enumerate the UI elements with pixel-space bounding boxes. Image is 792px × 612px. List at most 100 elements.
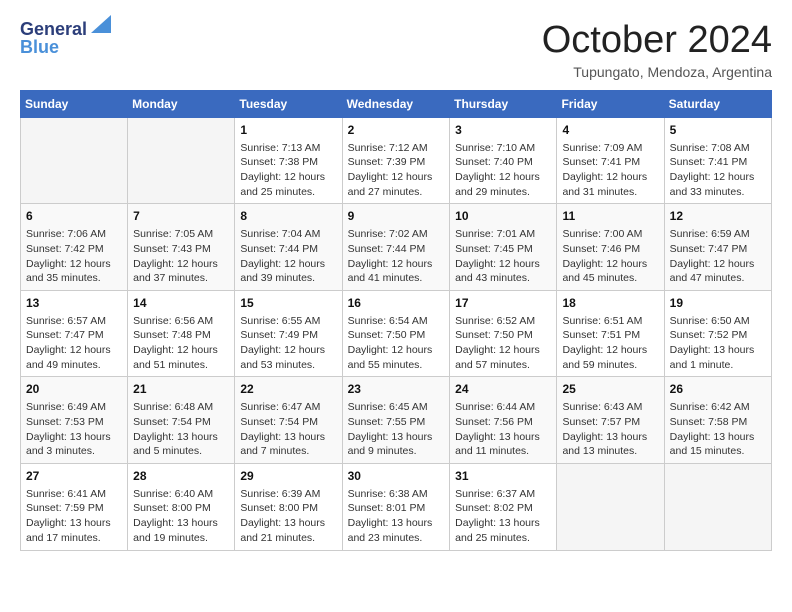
calendar-cell: 14 Sunrise: 6:56 AMSunset: 7:48 PMDayligh… [128,290,235,377]
calendar-cell: 23 Sunrise: 6:45 AMSunset: 7:55 PMDayligh… [342,377,450,464]
day-number: 21 [133,381,229,398]
day-number: 14 [133,295,229,312]
calendar-table: SundayMondayTuesdayWednesdayThursdayFrid… [20,90,772,551]
day-number: 17 [455,295,551,312]
day-info: Sunrise: 6:48 AMSunset: 7:54 PMDaylight:… [133,400,229,459]
day-number: 13 [26,295,122,312]
calendar-cell: 18Sunrise: 6:51 AMSunset: 7:51 PMDayligh… [557,290,664,377]
day-number: 23 [348,381,445,398]
day-number: 10 [455,208,551,225]
day-info: Sunrise: 7:02 AMSunset: 7:44 PMDaylight:… [348,227,445,286]
day-number: 24 [455,381,551,398]
week-row-5: 27 Sunrise: 6:41 AMSunset: 7:59 PMDayligh… [21,463,772,550]
week-row-2: 6 Sunrise: 7:06 AMSunset: 7:42 PMDaylight… [21,204,772,291]
day-number: 22 [240,381,336,398]
day-info: Sunrise: 6:55 AMSunset: 7:49 PMDaylight:… [240,314,336,373]
calendar-cell: 20 Sunrise: 6:49 AMSunset: 7:53 PMDayligh… [21,377,128,464]
day-info: Sunrise: 6:39 AMSunset: 8:00 PMDaylight:… [240,487,336,546]
weekday-header-friday: Friday [557,90,664,117]
calendar-cell [128,117,235,204]
day-number: 20 [26,381,122,398]
day-number: 6 [26,208,122,225]
day-info: Sunrise: 6:50 AMSunset: 7:52 PMDaylight:… [670,314,766,373]
day-info: Sunrise: 6:42 AMSunset: 7:58 PMDaylight:… [670,400,766,459]
calendar-cell: 6 Sunrise: 7:06 AMSunset: 7:42 PMDaylight… [21,204,128,291]
day-number: 29 [240,468,336,485]
weekday-header-sunday: Sunday [21,90,128,117]
day-number: 11 [562,208,658,225]
day-number: 15 [240,295,336,312]
logo-icon [91,15,111,33]
day-number: 2 [348,122,445,139]
calendar-cell: 12 Sunrise: 6:59 AMSunset: 7:47 PMDayligh… [664,204,771,291]
calendar-cell: 27 Sunrise: 6:41 AMSunset: 7:59 PMDayligh… [21,463,128,550]
day-number: 5 [670,122,766,139]
day-number: 3 [455,122,551,139]
day-info: Sunrise: 6:57 AMSunset: 7:47 PMDaylight:… [26,314,122,373]
day-number: 30 [348,468,445,485]
calendar-cell: 16 Sunrise: 6:54 AMSunset: 7:50 PMDayligh… [342,290,450,377]
location-subtitle: Tupungato, Mendoza, Argentina [542,64,772,80]
day-info: Sunrise: 6:37 AMSunset: 8:02 PMDaylight:… [455,487,551,546]
day-info: Sunrise: 7:06 AMSunset: 7:42 PMDaylight:… [26,227,122,286]
calendar-cell: 4 Sunrise: 7:09 AMSunset: 7:41 PMDaylight… [557,117,664,204]
weekday-header-saturday: Saturday [664,90,771,117]
day-info: Sunrise: 7:00 AMSunset: 7:46 PMDaylight:… [562,227,658,286]
logo-blue: Blue [20,38,111,58]
day-info: Sunrise: 6:43 AMSunset: 7:57 PMDaylight:… [562,400,658,459]
logo: General Blue [20,20,111,58]
month-title: October 2024 [542,20,772,62]
week-row-1: 1 Sunrise: 7:13 AMSunset: 7:38 PMDaylight… [21,117,772,204]
day-info: Sunrise: 6:47 AMSunset: 7:54 PMDaylight:… [240,400,336,459]
calendar-cell: 7Sunrise: 7:05 AMSunset: 7:43 PMDaylight… [128,204,235,291]
day-info: Sunrise: 7:09 AMSunset: 7:41 PMDaylight:… [562,141,658,200]
day-number: 9 [348,208,445,225]
title-block: October 2024 Tupungato, Mendoza, Argenti… [542,20,772,80]
calendar-cell [664,463,771,550]
calendar-cell: 13 Sunrise: 6:57 AMSunset: 7:47 PMDayligh… [21,290,128,377]
day-info: Sunrise: 6:45 AMSunset: 7:55 PMDaylight:… [348,400,445,459]
day-info: Sunrise: 7:13 AMSunset: 7:38 PMDaylight:… [240,141,336,200]
day-info: Sunrise: 6:54 AMSunset: 7:50 PMDaylight:… [348,314,445,373]
day-number: 16 [348,295,445,312]
weekday-header-tuesday: Tuesday [235,90,342,117]
calendar-cell: 24 Sunrise: 6:44 AMSunset: 7:56 PMDayligh… [450,377,557,464]
day-info: Sunrise: 6:44 AMSunset: 7:56 PMDaylight:… [455,400,551,459]
calendar-cell: 17 Sunrise: 6:52 AMSunset: 7:50 PMDayligh… [450,290,557,377]
calendar-cell: 1 Sunrise: 7:13 AMSunset: 7:38 PMDaylight… [235,117,342,204]
day-number: 4 [562,122,658,139]
day-number: 8 [240,208,336,225]
day-info: Sunrise: 7:04 AMSunset: 7:44 PMDaylight:… [240,227,336,286]
day-info: Sunrise: 6:56 AMSunset: 7:48 PMDaylight:… [133,314,229,373]
calendar-cell: 26Sunrise: 6:42 AMSunset: 7:58 PMDayligh… [664,377,771,464]
day-info: Sunrise: 7:12 AMSunset: 7:39 PMDaylight:… [348,141,445,200]
day-number: 27 [26,468,122,485]
day-number: 25 [562,381,658,398]
day-number: 12 [670,208,766,225]
page-header: General Blue October 2024 Tupungato, Men… [20,20,772,80]
calendar-cell: 5 Sunrise: 7:08 AMSunset: 7:41 PMDaylight… [664,117,771,204]
calendar-cell: 11 Sunrise: 7:00 AMSunset: 7:46 PMDayligh… [557,204,664,291]
weekday-header-thursday: Thursday [450,90,557,117]
day-info: Sunrise: 6:49 AMSunset: 7:53 PMDaylight:… [26,400,122,459]
day-info: Sunrise: 7:08 AMSunset: 7:41 PMDaylight:… [670,141,766,200]
day-number: 19 [670,295,766,312]
day-number: 1 [240,122,336,139]
calendar-cell [557,463,664,550]
weekday-header-row: SundayMondayTuesdayWednesdayThursdayFrid… [21,90,772,117]
day-number: 31 [455,468,551,485]
calendar-cell: 25 Sunrise: 6:43 AMSunset: 7:57 PMDayligh… [557,377,664,464]
calendar-cell: 28Sunrise: 6:40 AMSunset: 8:00 PMDayligh… [128,463,235,550]
day-info: Sunrise: 7:05 AMSunset: 7:43 PMDaylight:… [133,227,229,286]
day-info: Sunrise: 6:38 AMSunset: 8:01 PMDaylight:… [348,487,445,546]
day-info: Sunrise: 6:52 AMSunset: 7:50 PMDaylight:… [455,314,551,373]
day-info: Sunrise: 6:59 AMSunset: 7:47 PMDaylight:… [670,227,766,286]
day-info: Sunrise: 6:41 AMSunset: 7:59 PMDaylight:… [26,487,122,546]
calendar-cell: 30 Sunrise: 6:38 AMSunset: 8:01 PMDayligh… [342,463,450,550]
calendar-cell: 31 Sunrise: 6:37 AMSunset: 8:02 PMDayligh… [450,463,557,550]
day-number: 18 [562,295,658,312]
day-info: Sunrise: 7:01 AMSunset: 7:45 PMDaylight:… [455,227,551,286]
calendar-cell: 29 Sunrise: 6:39 AMSunset: 8:00 PMDayligh… [235,463,342,550]
calendar-cell: 15 Sunrise: 6:55 AMSunset: 7:49 PMDayligh… [235,290,342,377]
day-info: Sunrise: 7:10 AMSunset: 7:40 PMDaylight:… [455,141,551,200]
